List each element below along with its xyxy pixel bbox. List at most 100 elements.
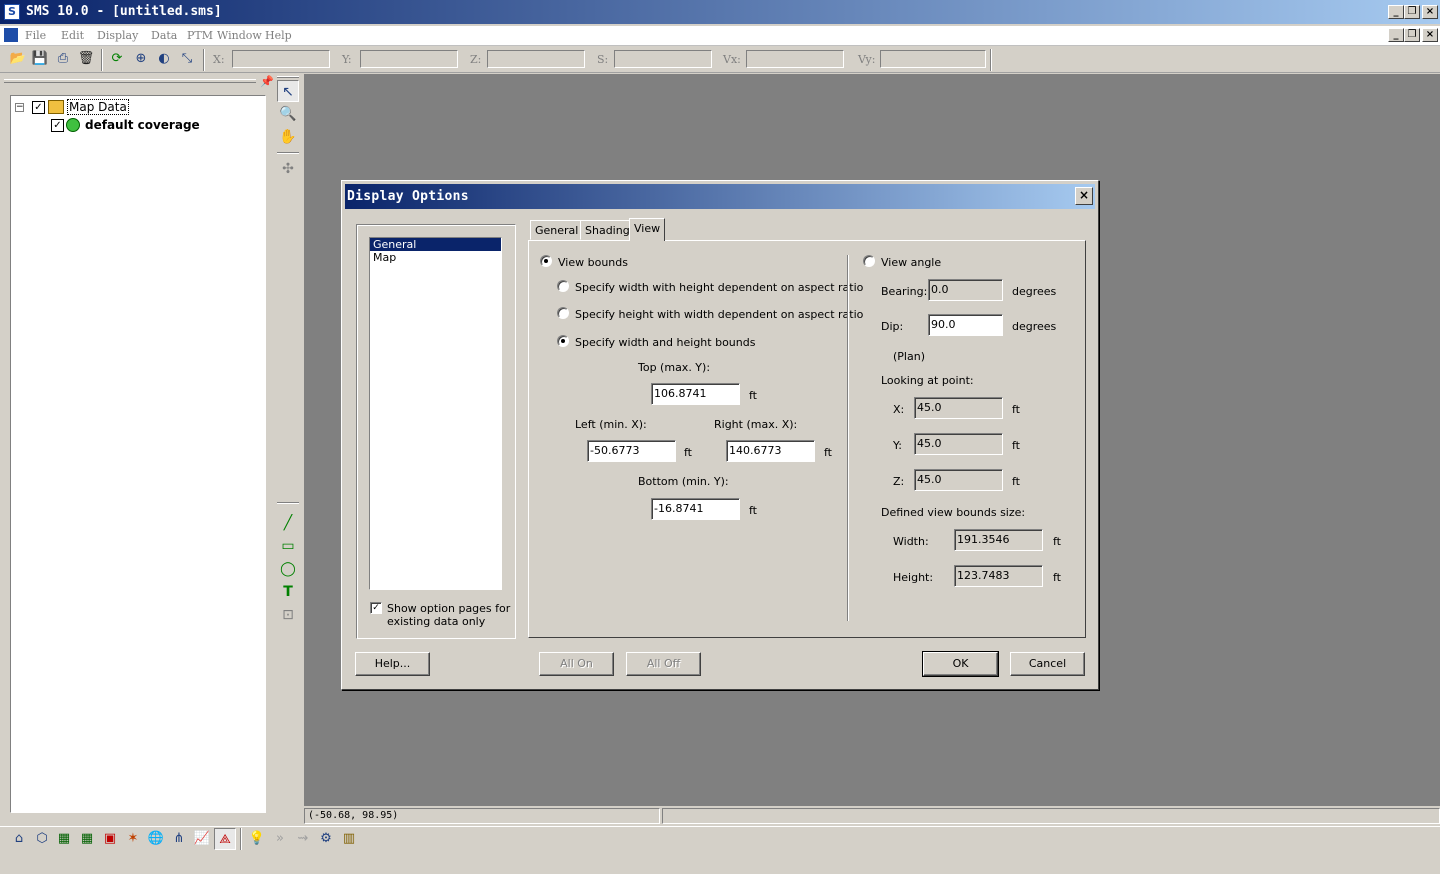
delete-icon[interactable]: 🗑 [76,49,96,69]
minimize-button[interactable]: _ [1388,5,1404,19]
image-tool-icon[interactable]: ⊡ [277,604,299,626]
particle-module-icon[interactable]: ✶ [122,828,144,850]
vy-coord-field [880,50,986,68]
bottom-input[interactable]: -16.8741 [651,498,740,520]
show-option-pages-checkbox[interactable]: ✓ [370,602,382,614]
default-coverage-checkbox[interactable]: ✓ [51,118,64,132]
open-icon[interactable]: 📂 [8,49,28,69]
top-input[interactable]: 106.8741 [651,383,740,405]
tab-general[interactable]: General [530,220,584,240]
restore-button[interactable]: ❐ [1404,5,1420,19]
ellipse-tool-icon[interactable]: ◯ [277,558,299,580]
settings-icon[interactable]: ⚙ [315,828,337,850]
height-dependent-radio[interactable] [557,307,569,319]
refresh-icon[interactable]: ⟳ [107,49,127,69]
close-button[interactable]: × [1422,5,1438,19]
pin-icon[interactable]: 📌 [260,75,274,88]
bottom-label: Bottom (min. Y): [638,475,729,488]
axes-icon[interactable]: ⤡ [177,49,197,69]
width-dependent-radio[interactable] [557,280,569,292]
map-data-checkbox[interactable]: ✓ [32,100,45,114]
tree-node-map-data[interactable]: − ✓ Map Data [15,98,129,116]
forward-icon[interactable]: » [269,828,291,850]
toolbar-separator [990,49,992,71]
right-input[interactable]: 140.6773 [726,440,815,462]
view-angle-radio[interactable] [863,255,875,267]
all-on-button[interactable]: All On [539,652,614,676]
default-coverage-label: default coverage [85,118,200,132]
menu-window[interactable]: Window [217,29,262,42]
zoom-tool-icon[interactable]: 🔍 [277,103,299,125]
width-input[interactable]: 191.3546 [954,529,1043,551]
menu-display[interactable]: Display [97,29,138,42]
rotate-tool-icon[interactable]: ✣ [277,158,299,180]
menu-file[interactable]: File [25,29,46,42]
tree-node-default-coverage[interactable]: ✓ default coverage [51,116,200,134]
list-item-general[interactable]: General [370,238,501,251]
map-module-icon[interactable]: ⟁ [214,828,236,850]
light-icon[interactable]: 💡 [246,828,268,850]
mdi-minimize-button[interactable]: _ [1388,28,1404,42]
category-list[interactable]: General Map [369,237,502,590]
width-label: Width: [893,535,929,548]
shading-icon[interactable]: ◐ [154,49,174,69]
app-icon[interactable]: S [4,4,20,20]
tab-shading[interactable]: Shading [580,220,635,240]
project-tree[interactable]: − ✓ Map Data ✓ default coverage [10,95,266,813]
network-module-icon[interactable]: ⋔ [168,828,190,850]
list-item-map[interactable]: Map [370,251,501,264]
zoom-frame-icon[interactable]: ⊕ [131,49,151,69]
help-button[interactable]: Help... [355,652,430,676]
menu-edit[interactable]: Edit [61,29,84,42]
cartesian-grid-module-icon[interactable]: ⬡ [31,828,53,850]
step-icon[interactable]: ⇝ [292,828,314,850]
mesh-module-icon[interactable]: ⌂ [8,828,30,850]
panel-grip[interactable] [4,79,256,83]
grid-module-icon[interactable]: ▦ [76,828,98,850]
save-icon[interactable]: 💾 [30,49,50,69]
z-input[interactable]: 45.0 [914,469,1003,491]
show-option-pages-line1: Show option pages for [387,602,511,615]
menu-data[interactable]: Data [151,29,177,42]
chart-icon[interactable]: ▥ [338,828,360,850]
height-unit: ft [1053,571,1061,584]
text-tool-icon[interactable]: T [277,581,299,603]
pan-tool-icon[interactable]: ✋ [277,126,299,148]
toolbar-separator [203,49,205,71]
left-input[interactable]: -50.6773 [587,440,676,462]
toolbar-grip [277,76,299,78]
doc-icon[interactable] [4,28,18,42]
gis-module-icon[interactable]: 🌐 [145,828,167,850]
mdi-restore-button[interactable]: ❐ [1404,28,1420,42]
ok-button[interactable]: OK [922,651,999,677]
s-coord-field [614,50,712,68]
z-coord-field [487,50,585,68]
scatter-module-icon[interactable]: ▦ [53,828,75,850]
y-input[interactable]: 45.0 [914,433,1003,455]
print-icon[interactable]: ⎙ [53,49,73,69]
raster-module-icon[interactable]: ▣ [99,828,121,850]
profile-module-icon[interactable]: 📈 [191,828,213,850]
dialog-close-button[interactable]: × [1075,187,1093,205]
line-tool-icon[interactable]: ╱ [277,512,299,534]
collapse-icon[interactable]: − [15,102,24,112]
x-input[interactable]: 45.0 [914,397,1003,419]
menu-ptm[interactable]: PTM [187,29,213,42]
width-height-bounds-radio[interactable] [557,335,569,347]
show-option-pages-row[interactable]: ✓ Show option pages for existing data on… [370,602,510,628]
rectangle-tool-icon[interactable]: ▭ [277,535,299,557]
select-tool-icon[interactable]: ↖ [277,80,299,102]
coverage-icon [66,118,80,132]
all-off-button[interactable]: All Off [626,652,701,676]
height-input[interactable]: 123.7483 [954,565,1043,587]
cancel-button[interactable]: Cancel [1010,652,1085,676]
mdi-close-button[interactable]: × [1422,28,1438,42]
tab-view[interactable]: View [629,218,666,241]
vx-coord-label: Vx: [723,53,741,66]
menu-help[interactable]: Help [265,29,292,42]
z-coord-label: Z: [470,53,482,66]
dip-input[interactable]: 90.0 [928,314,1003,336]
bearing-input[interactable]: 0.0 [928,279,1003,301]
view-bounds-radio[interactable] [540,255,552,267]
dialog-title-bar[interactable]: Display Options × [345,184,1095,209]
